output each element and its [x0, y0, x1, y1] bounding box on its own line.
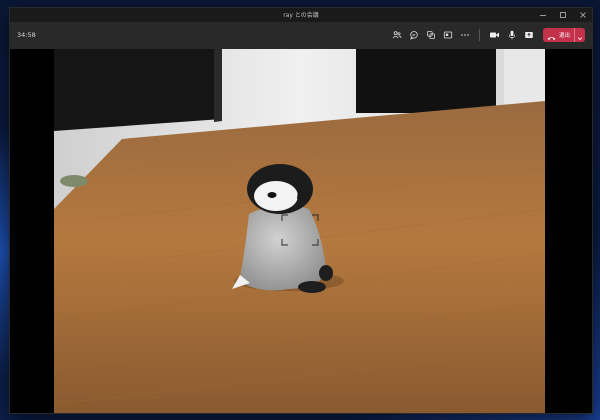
video-stage: [10, 49, 592, 413]
phone-hangup-icon: [547, 28, 556, 42]
maximize-icon[interactable]: [558, 10, 568, 19]
window-controls: [538, 10, 588, 19]
leave-label: 退出: [558, 33, 570, 39]
minimize-icon[interactable]: [538, 10, 548, 19]
participant-video: [54, 49, 545, 413]
meeting-duration: 34:58: [17, 31, 36, 39]
title-bar: ray との会議: [10, 8, 592, 22]
chevron-down-icon: [577, 28, 583, 42]
window-title: ray との会議: [283, 12, 319, 19]
close-icon[interactable]: [578, 10, 588, 19]
microphone-icon[interactable]: [504, 27, 520, 43]
meeting-toolbar: 34:58 退出: [10, 22, 592, 49]
leave-button[interactable]: 退出: [542, 28, 585, 42]
camera-icon[interactable]: [487, 27, 503, 43]
people-icon[interactable]: [389, 27, 405, 43]
leave-button-main[interactable]: 退出: [543, 28, 574, 42]
share-screen-icon[interactable]: [440, 27, 456, 43]
toolbar-divider: [478, 29, 480, 41]
more-icon[interactable]: [457, 27, 473, 43]
meeting-controls: 退出: [388, 27, 585, 43]
chat-icon[interactable]: [406, 27, 422, 43]
leave-options-button[interactable]: [574, 28, 585, 42]
reactions-icon[interactable]: [423, 27, 439, 43]
share-tray-icon[interactable]: [521, 27, 537, 43]
meeting-window: ray との会議 34:58 退出: [10, 8, 592, 413]
